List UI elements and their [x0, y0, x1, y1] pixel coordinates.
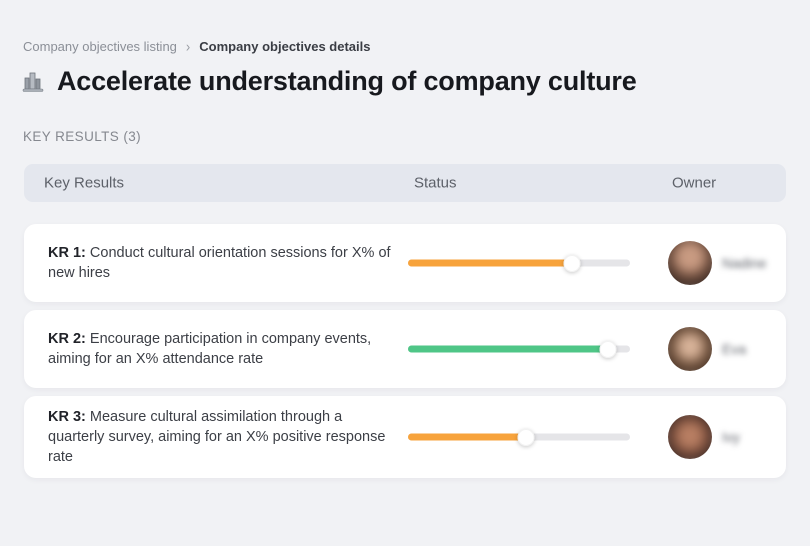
- kr3-text: Measure cultural assimilation through a …: [48, 409, 386, 465]
- kr2-owner-name: Eva: [722, 341, 747, 357]
- kr2-progress-slider[interactable]: [408, 340, 630, 358]
- key-results-section-label: KEY RESULTS (3): [23, 129, 142, 144]
- city-buildings-icon: [22, 69, 46, 95]
- table-row-kr1: KR 1: Conduct cultural orientation sessi…: [24, 224, 786, 302]
- kr3-progress-slider[interactable]: [408, 428, 630, 446]
- table-row-kr2: KR 2: Encourage participation in company…: [24, 310, 786, 388]
- table-row-kr3: KR 3: Measure cultural assimilation thro…: [24, 396, 786, 478]
- kr2-label: KR 2:: [48, 331, 86, 347]
- kr1-label: KR 1:: [48, 245, 86, 261]
- breadcrumb-company-objectives-details: Company objectives details: [199, 39, 371, 54]
- kr3-description: KR 3: Measure cultural assimilation thro…: [48, 407, 396, 467]
- kr2-owner: Eva: [668, 327, 746, 371]
- breadcrumb: Company objectives listing › Company obj…: [23, 37, 371, 56]
- column-header-status: Status: [414, 174, 457, 192]
- breadcrumb-company-objectives-listing[interactable]: Company objectives listing: [23, 39, 177, 54]
- kr1-owner-name: Nadine: [722, 255, 767, 271]
- kr3-progress-fill: [408, 433, 526, 441]
- column-header-owner: Owner: [672, 174, 717, 192]
- kr2-progress-fill: [408, 345, 608, 353]
- column-header-key-results: Key Results: [44, 174, 125, 192]
- kr3-label: KR 3:: [48, 409, 86, 425]
- company-objective-details-page: Company objectives listing › Company obj…: [0, 0, 810, 546]
- kr3-slider-thumb[interactable]: [517, 428, 535, 446]
- kr1-text: Conduct cultural orientation sessions fo…: [48, 245, 391, 281]
- page-title: Accelerate understanding of company cult…: [57, 66, 637, 96]
- title-row: Accelerate understanding of company cult…: [22, 66, 637, 97]
- kr1-progress-slider[interactable]: [408, 254, 630, 272]
- kr1-description: KR 1: Conduct cultural orientation sessi…: [48, 243, 396, 283]
- chevron-right-icon: ›: [185, 37, 191, 56]
- kr1-progress-fill: [408, 259, 573, 267]
- avatar: [668, 241, 712, 285]
- table-header: Key Results Status Owner: [24, 164, 786, 202]
- avatar: [668, 415, 712, 459]
- kr2-slider-thumb[interactable]: [599, 340, 617, 358]
- kr3-owner: Ivy: [668, 415, 740, 459]
- kr2-description: KR 2: Encourage participation in company…: [48, 329, 396, 369]
- kr1-owner: Nadine: [668, 241, 766, 285]
- avatar: [668, 327, 712, 371]
- kr2-text: Encourage participation in company event…: [48, 331, 372, 367]
- kr3-owner-name: Ivy: [722, 429, 740, 445]
- kr1-slider-thumb[interactable]: [563, 254, 581, 272]
